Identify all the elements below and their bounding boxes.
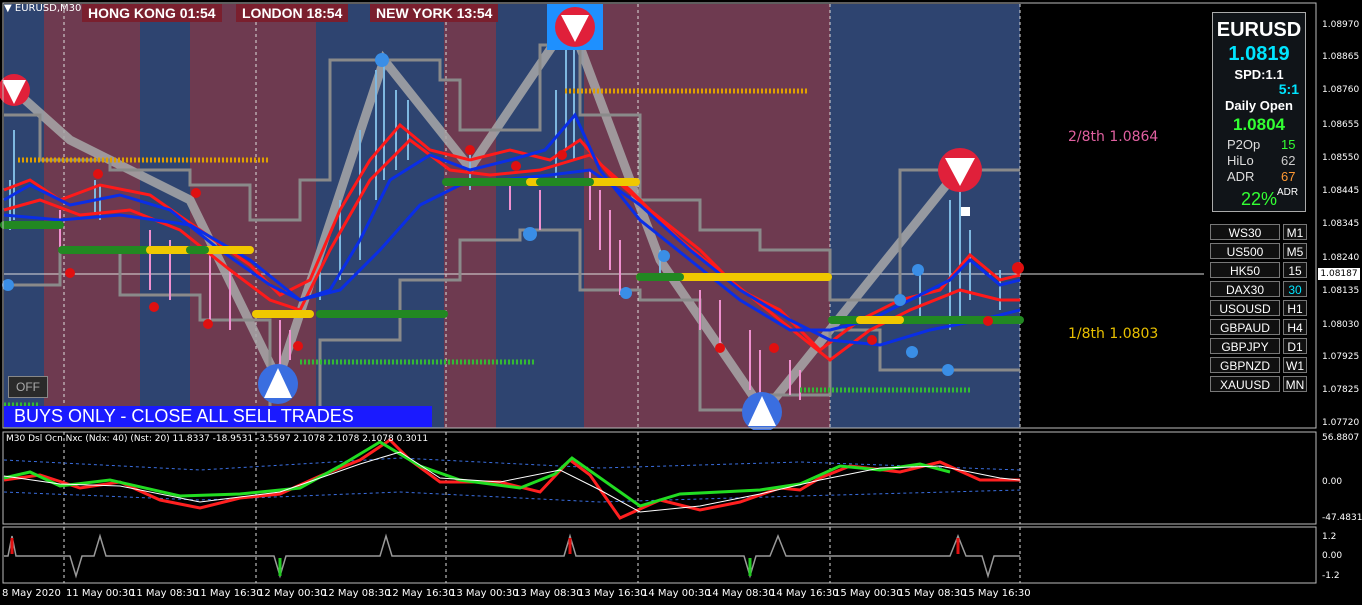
symbol-title[interactable]: ▼ EURUSD,M30 — [4, 3, 81, 14]
time-tick: 12 May 08:30 — [322, 588, 391, 599]
time-tick: 15 May 16:30 — [962, 588, 1031, 599]
off-button[interactable]: OFF — [8, 376, 48, 398]
osc-tick: 56.8807 — [1322, 433, 1360, 443]
sell-arrow-icon — [547, 4, 603, 50]
symbol-button-us500[interactable]: US500 — [1210, 243, 1280, 259]
time-tick: 14 May 16:30 — [770, 588, 839, 599]
symbol-button-gbpjpy[interactable]: GBPJPY — [1210, 338, 1280, 354]
price-tick: 1.08445 — [1322, 186, 1360, 196]
p2op-label: P2Op — [1227, 137, 1261, 152]
price-tick: 1.07720 — [1322, 418, 1360, 428]
price-tick: 1.08655 — [1322, 120, 1360, 130]
price-tick: 1.07925 — [1322, 352, 1360, 362]
info-price: 1.0819 — [1228, 43, 1290, 65]
adr-small-label: ADR — [1277, 187, 1299, 198]
signal-tick: 0.00 — [1322, 551, 1343, 561]
timeframe-button-h4[interactable]: H4 — [1283, 319, 1307, 335]
signal-banner: BUYS ONLY - CLOSE ALL SELL TRADES — [4, 406, 432, 427]
symbol-button-usousd[interactable]: USOUSD — [1210, 300, 1280, 316]
price-tick: 1.08030 — [1322, 320, 1360, 330]
timeframe-button-mn[interactable]: MN — [1283, 376, 1307, 392]
adr-percent: 22% — [1241, 189, 1278, 209]
symbol-button-xauusd[interactable]: XAUUSD — [1210, 376, 1280, 392]
daily-open-label: Daily Open — [1225, 98, 1293, 113]
hilo-label: HiLo — [1227, 153, 1254, 168]
p2op-value: 15 — [1281, 137, 1296, 152]
signal-tick: -1.2 — [1322, 571, 1340, 581]
daily-open-value: 1.0804 — [1233, 115, 1285, 134]
time-axis: 8 May 2020 11 May 00:30 11 May 08:30 11 … — [0, 584, 1362, 605]
session-london: LONDON 18:54 — [236, 4, 349, 22]
time-tick: 12 May 16:30 — [386, 588, 455, 599]
oscillator-title: M30 Dsl Ocn Nxc (Ndx: 40) (Nst: 20) 11.8… — [6, 434, 429, 444]
time-tick: 13 May 00:30 — [450, 588, 519, 599]
sell-arrow-icon — [938, 148, 982, 192]
oscillator-panel[interactable] — [0, 430, 1362, 526]
timeframe-button-m5[interactable]: M5 — [1283, 243, 1307, 259]
session-zones — [4, 4, 1204, 428]
time-tick: 15 May 00:30 — [834, 588, 903, 599]
info-spread: SPD:1.1 — [1234, 67, 1284, 82]
price-tick: 1.08345 — [1322, 219, 1360, 229]
timeframe-button-15[interactable]: 15 — [1283, 262, 1307, 278]
time-tick: 14 May 00:30 — [642, 588, 711, 599]
current-price-tag: 1.08187 — [1318, 268, 1360, 280]
price-tick: 1.08135 — [1322, 286, 1360, 296]
symbol-button-gbpnzd[interactable]: GBPNZD — [1210, 357, 1280, 373]
fib-level-2-8: 2/8th 1.0864 — [1068, 129, 1159, 145]
price-tick: 1.08970 — [1322, 20, 1360, 30]
osc-tick: -47.4831 — [1322, 513, 1362, 523]
info-ratio: 5:1 — [1278, 81, 1299, 97]
adr-label: ADR — [1227, 169, 1255, 184]
time-tick: 15 May 08:30 — [898, 588, 967, 599]
price-tick: 1.08550 — [1322, 153, 1360, 163]
info-symbol: EURUSD — [1216, 19, 1302, 41]
session-new-york: NEW YORK 13:54 — [370, 4, 499, 22]
dropdown-icon: ▼ — [4, 3, 15, 14]
hilo-value: 62 — [1281, 153, 1296, 168]
fib-level-1-8: 1/8th 1.0803 — [1068, 326, 1159, 342]
time-tick: 14 May 08:30 — [706, 588, 775, 599]
price-tick: 1.08240 — [1322, 253, 1360, 263]
signal-panel[interactable] — [0, 526, 1362, 584]
signal-tick: 1.2 — [1322, 532, 1337, 542]
info-panel: EURUSD 1.0819 SPD:1.1 5:1 Daily Open 1.0… — [1212, 12, 1306, 212]
osc-tick: 0.00 — [1322, 477, 1343, 487]
price-tick: 1.08865 — [1322, 52, 1360, 62]
time-tick: 11 May 00:30 — [66, 588, 135, 599]
time-tick: 11 May 16:30 — [194, 588, 263, 599]
time-tick: 11 May 08:30 — [130, 588, 199, 599]
timeframe-button-m1[interactable]: M1 — [1283, 224, 1307, 240]
price-tick: 1.08760 — [1322, 85, 1360, 95]
time-tick: 13 May 08:30 — [514, 588, 583, 599]
timeframe-button-w1[interactable]: W1 — [1283, 357, 1307, 373]
timeframe-button-h1[interactable]: H1 — [1283, 300, 1307, 316]
price-chart[interactable] — [0, 0, 1362, 430]
time-tick: 8 May 2020 — [2, 588, 61, 599]
buy-arrow-icon — [258, 364, 298, 404]
time-tick: 12 May 00:30 — [258, 588, 327, 599]
price-tick: 1.07825 — [1322, 385, 1360, 395]
time-tick: 13 May 16:30 — [578, 588, 647, 599]
timeframe-button-30[interactable]: 30 — [1283, 281, 1307, 297]
symbol-button-hk50[interactable]: HK50 — [1210, 262, 1280, 278]
marker-square — [961, 207, 970, 216]
session-hong-kong: HONG KONG 01:54 — [82, 4, 222, 22]
adr-value: 67 — [1281, 169, 1296, 184]
symbol-button-ws30[interactable]: WS30 — [1210, 224, 1280, 240]
symbol-button-dax30[interactable]: DAX30 — [1210, 281, 1280, 297]
symbol-button-gbpaud[interactable]: GBPAUD — [1210, 319, 1280, 335]
timeframe-button-d1[interactable]: D1 — [1283, 338, 1307, 354]
